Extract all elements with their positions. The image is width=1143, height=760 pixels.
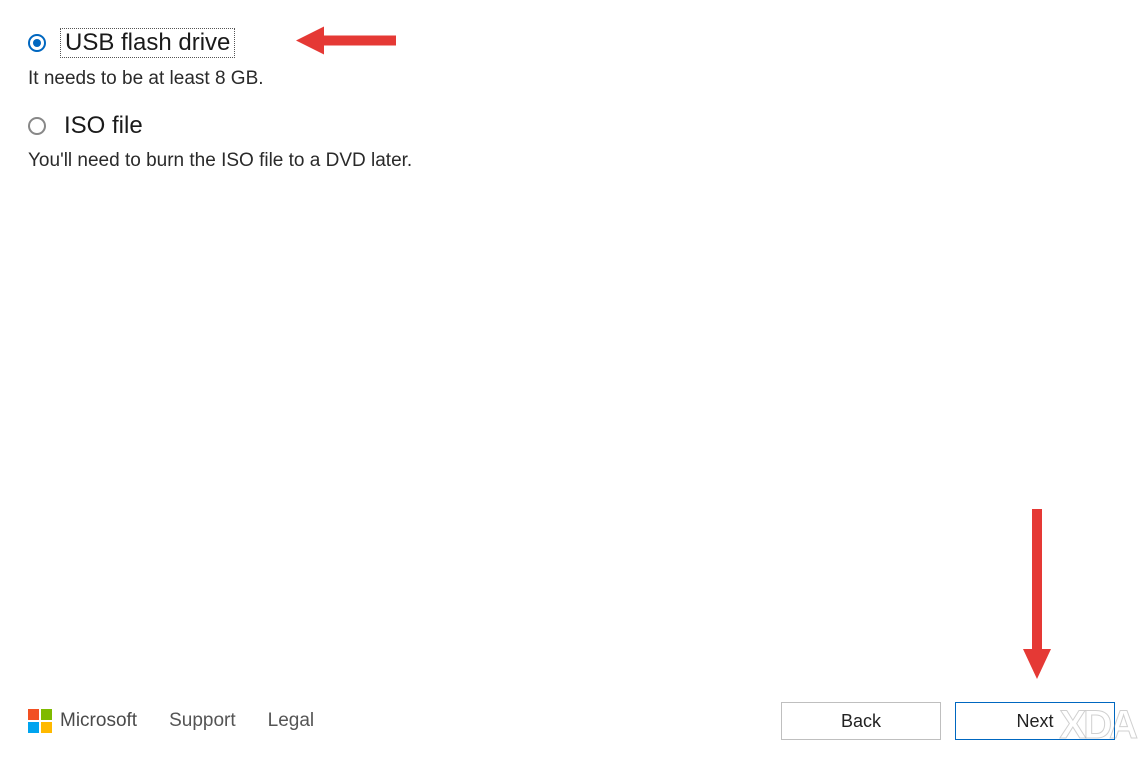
microsoft-logo-icon — [28, 709, 52, 733]
legal-link[interactable]: Legal — [268, 710, 315, 732]
footer-bar: Microsoft Support Legal Back Next — [28, 702, 1115, 740]
option-label-usb[interactable]: USB flash drive — [60, 28, 235, 58]
option-usb-flash-drive[interactable]: USB flash drive It needs to be at least … — [28, 28, 1115, 90]
option-label-iso[interactable]: ISO file — [60, 112, 147, 140]
footer-buttons: Back Next — [781, 702, 1115, 740]
annotation-arrow-down-icon — [1019, 509, 1055, 684]
option-description-iso: You'll need to burn the ISO file to a DV… — [28, 150, 1115, 172]
microsoft-brand-text: Microsoft — [60, 710, 137, 732]
radio-unselected-icon[interactable] — [28, 117, 46, 135]
back-button[interactable]: Back — [781, 702, 941, 740]
support-link[interactable]: Support — [169, 710, 236, 732]
radio-selected-icon[interactable] — [28, 34, 46, 52]
next-button[interactable]: Next — [955, 702, 1115, 740]
option-iso-file[interactable]: ISO file You'll need to burn the ISO fil… — [28, 112, 1115, 172]
footer-left-group: Microsoft Support Legal — [28, 709, 314, 733]
option-description-usb: It needs to be at least 8 GB. — [28, 68, 1115, 90]
annotation-arrow-left-icon — [296, 23, 396, 64]
media-selection-panel: USB flash drive It needs to be at least … — [0, 0, 1143, 172]
microsoft-logo: Microsoft — [28, 709, 137, 733]
